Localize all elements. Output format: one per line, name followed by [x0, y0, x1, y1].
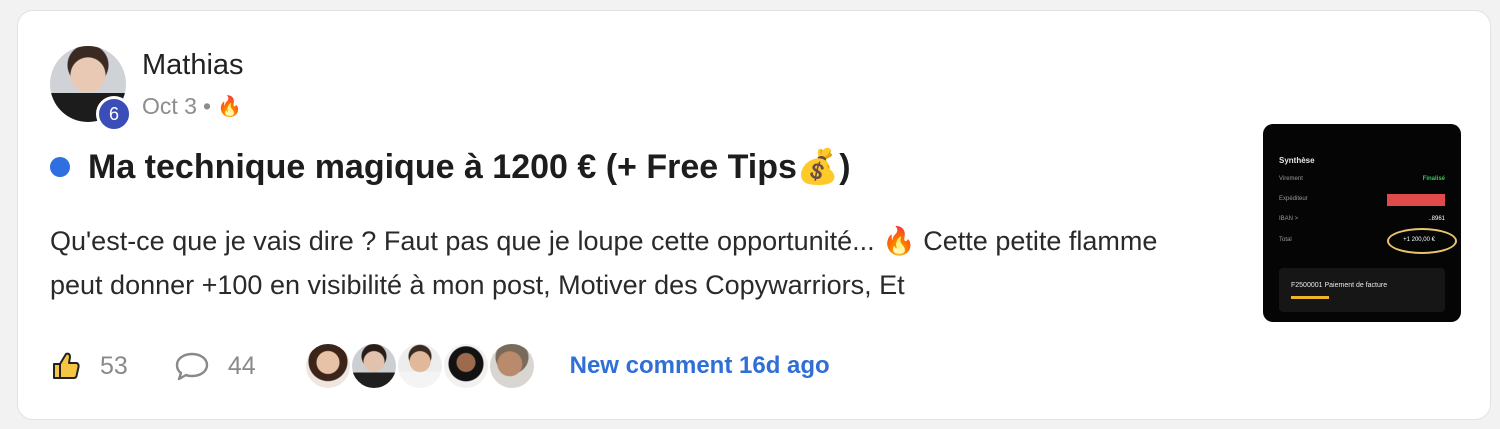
- post-date: Oct 3: [142, 93, 197, 119]
- commenter-avatar[interactable]: [441, 342, 490, 390]
- thumbnail-underline: [1291, 296, 1329, 299]
- post-preview-text[interactable]: Qu'est-ce que je vais dire ? Faut pas qu…: [50, 219, 1200, 307]
- comment-button[interactable]: 44: [174, 350, 256, 382]
- highlight-circle: [1387, 228, 1457, 254]
- author-avatar-wrap[interactable]: 6: [50, 46, 132, 132]
- thumbnail-row: IBAN > ..8961: [1279, 216, 1445, 228]
- thumbnail-heading: Synthèse: [1279, 156, 1315, 165]
- thumbnail-row-label: Total: [1279, 237, 1292, 243]
- fire-icon: 🔥: [217, 96, 242, 118]
- comment-bubble-icon[interactable]: [174, 350, 210, 382]
- thumbnail-row-value: Finalisé: [1422, 176, 1445, 182]
- like-button[interactable]: 53: [50, 350, 128, 382]
- thumbs-up-icon[interactable]: [50, 350, 82, 382]
- comment-count: 44: [227, 351, 256, 380]
- commenter-avatar[interactable]: [487, 342, 536, 390]
- unread-dot: [50, 157, 70, 177]
- thumbnail-row-label: Expéditeur: [1279, 196, 1308, 202]
- thumbnail-row: Virement Finalisé: [1279, 176, 1445, 188]
- new-comment-link[interactable]: New comment 16d ago: [570, 352, 830, 380]
- commenter-avatar[interactable]: [303, 342, 352, 390]
- post-meta: Oct 3 • 🔥: [142, 93, 242, 120]
- commenter-avatar[interactable]: [349, 342, 398, 390]
- commenter-avatar[interactable]: [395, 342, 444, 390]
- level-badge: 6: [96, 96, 132, 132]
- thumbnail-panel: F2500001 Paiement de facture: [1279, 268, 1445, 312]
- thumbnail-row-value: ..8961: [1428, 216, 1445, 222]
- thumbnail-row-label: IBAN >: [1279, 216, 1299, 222]
- commenter-avatars[interactable]: [303, 342, 536, 390]
- meta-separator: •: [202, 93, 212, 119]
- thumbnail-panel-text: F2500001 Paiement de facture: [1291, 282, 1388, 289]
- post-thumbnail[interactable]: Synthèse Virement Finalisé Expéditeur IB…: [1263, 124, 1461, 322]
- author-name[interactable]: Mathias: [142, 49, 244, 82]
- redacted-bar: [1387, 194, 1445, 206]
- post-title-row[interactable]: Ma technique magique à 1200 € (+ Free Ti…: [50, 147, 851, 187]
- post-title[interactable]: Ma technique magique à 1200 € (+ Free Ti…: [88, 147, 851, 187]
- thumbnail-row: Expéditeur: [1279, 194, 1445, 208]
- like-count: 53: [100, 351, 128, 380]
- post-card[interactable]: 6 Mathias Oct 3 • 🔥 Ma technique magique…: [17, 10, 1491, 420]
- thumbnail-row-label: Virement: [1279, 176, 1303, 182]
- post-footer: 53 44 New comment 16d ago: [50, 342, 830, 390]
